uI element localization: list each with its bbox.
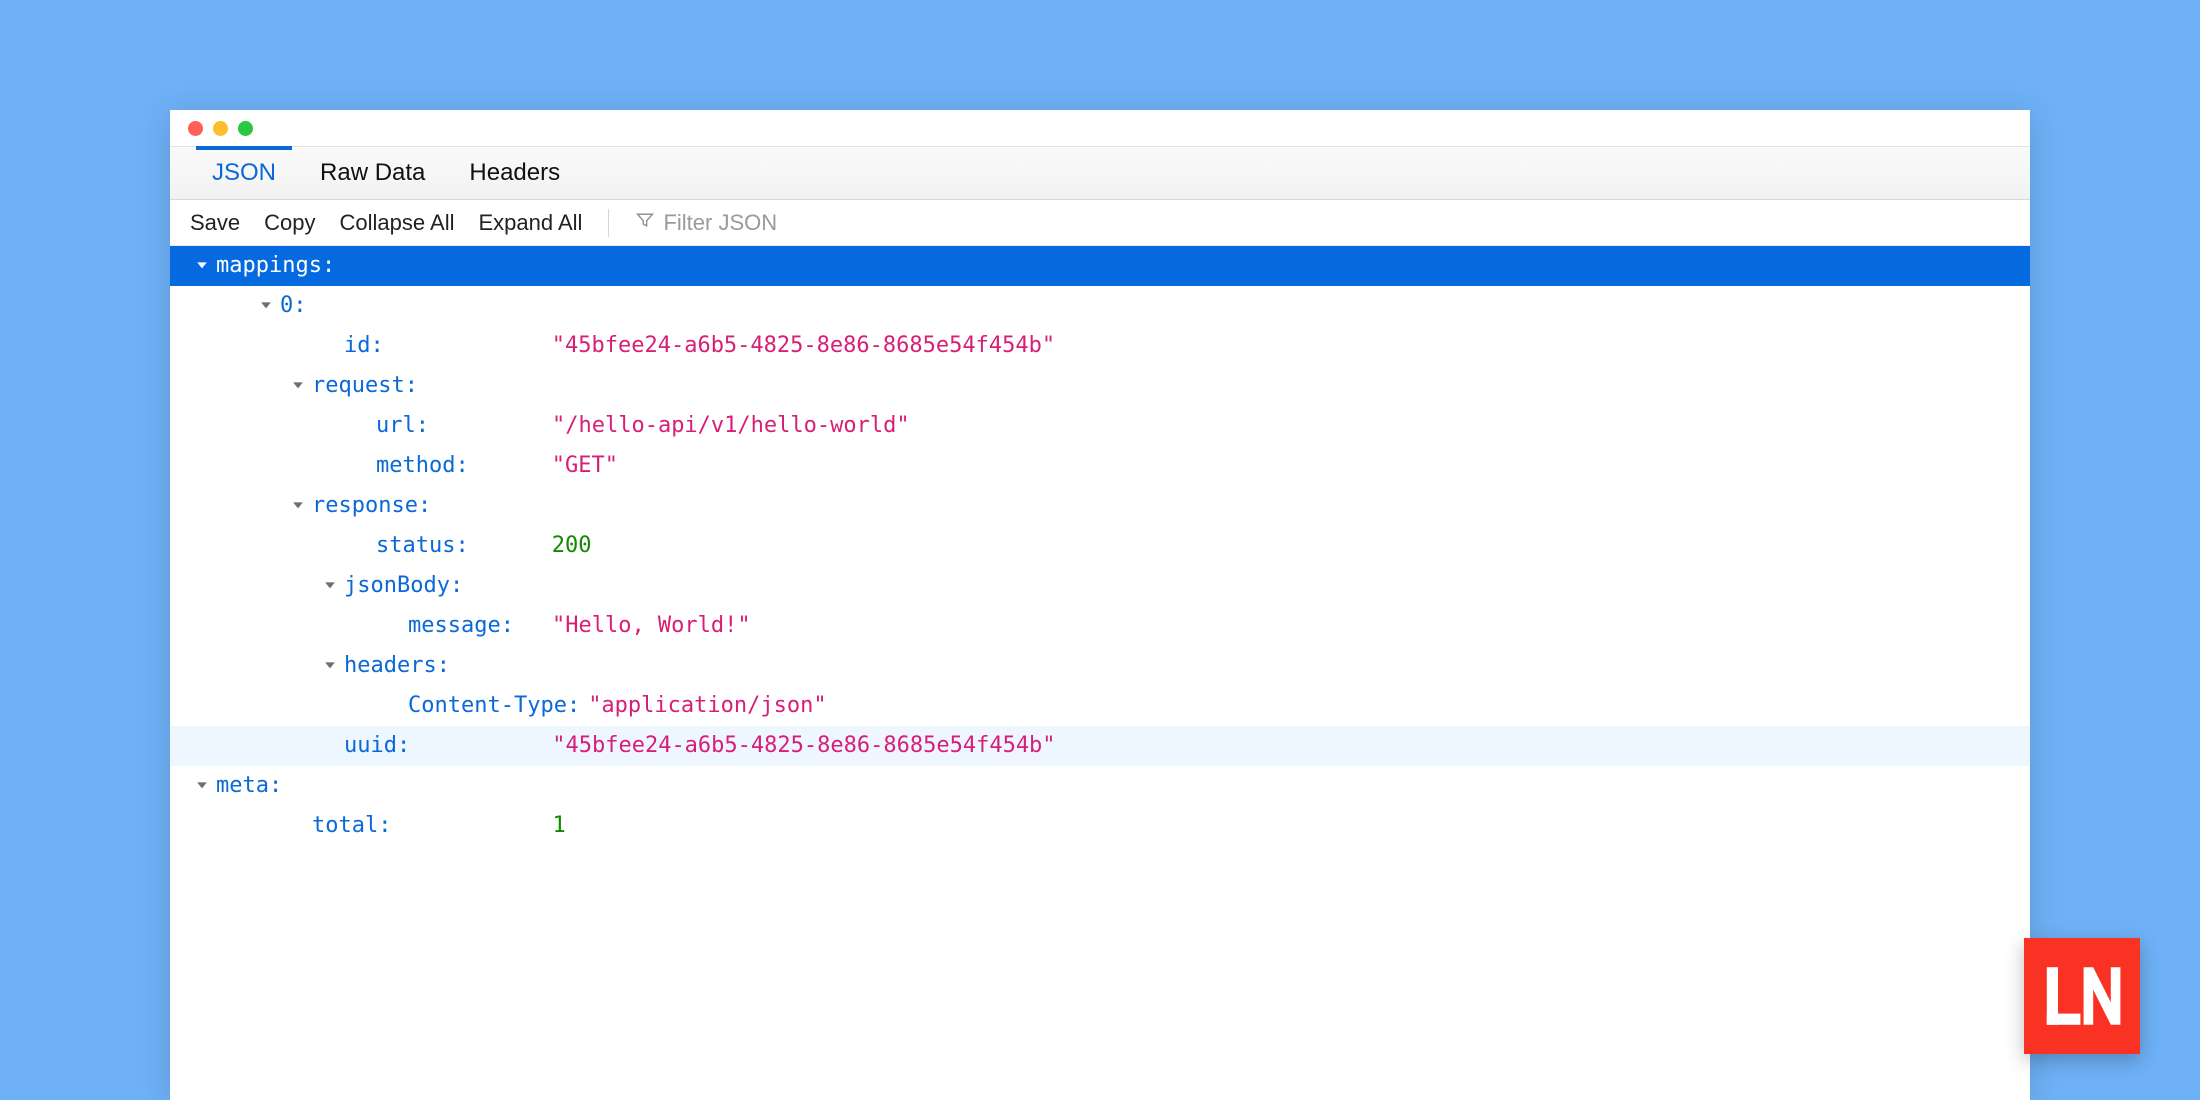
filter-icon	[635, 210, 655, 236]
value-string: "/hello-api/v1/hello-world"	[552, 406, 910, 446]
toolbar-divider	[608, 209, 609, 237]
key-label: uuid:	[344, 726, 410, 766]
json-viewer-window: JSON Raw Data Headers Save Copy Collapse…	[170, 110, 2030, 1100]
node-content-type[interactable]: Content-Type: "application/json"	[170, 686, 2030, 726]
key-label: meta:	[216, 766, 282, 806]
maximize-icon[interactable]	[238, 121, 253, 136]
tab-headers[interactable]: Headers	[447, 147, 582, 199]
window-titlebar	[170, 110, 2030, 146]
expand-all-button[interactable]: Expand All	[478, 210, 582, 236]
tab-raw-data[interactable]: Raw Data	[298, 147, 447, 199]
key-label: id:	[344, 326, 384, 366]
tab-bar: JSON Raw Data Headers	[170, 146, 2030, 200]
tab-json[interactable]: JSON	[190, 147, 298, 199]
node-total[interactable]: total: 1	[170, 806, 2030, 846]
node-url[interactable]: url: "/hello-api/v1/hello-world"	[170, 406, 2030, 446]
key-label: status:	[376, 526, 469, 566]
value-string: "45bfee24-a6b5-4825-8e86-8685e54f454b"	[552, 726, 1055, 766]
node-index-0[interactable]: 0:	[170, 286, 2030, 326]
chevron-down-icon	[322, 660, 338, 672]
key-label: mappings:	[216, 246, 335, 286]
node-meta[interactable]: meta:	[170, 766, 2030, 806]
chevron-down-icon	[258, 300, 274, 312]
value-number: 200	[552, 526, 592, 566]
filter-input[interactable]	[663, 210, 883, 236]
key-label: method:	[376, 446, 469, 486]
key-label: Content-Type:	[408, 686, 580, 726]
collapse-all-button[interactable]: Collapse All	[340, 210, 455, 236]
brand-logo	[2024, 938, 2140, 1054]
node-response[interactable]: response:	[170, 486, 2030, 526]
key-label: jsonBody:	[344, 566, 463, 606]
value-string: "application/json"	[588, 686, 826, 726]
node-mappings[interactable]: mappings:	[170, 246, 2030, 286]
node-status[interactable]: status: 200	[170, 526, 2030, 566]
key-label: url:	[376, 406, 429, 446]
node-method[interactable]: method: "GET"	[170, 446, 2030, 486]
key-label: headers:	[344, 646, 450, 686]
json-tree: mappings: 0: id: "45bfee24-a6b5-4825-8e8…	[170, 246, 2030, 846]
chevron-down-icon	[290, 380, 306, 392]
key-label: 0:	[280, 286, 307, 326]
node-uuid[interactable]: uuid: "45bfee24-a6b5-4825-8e86-8685e54f4…	[170, 726, 2030, 766]
minimize-icon[interactable]	[213, 121, 228, 136]
save-button[interactable]: Save	[190, 210, 240, 236]
node-id[interactable]: id: "45bfee24-a6b5-4825-8e86-8685e54f454…	[170, 326, 2030, 366]
chevron-down-icon	[290, 500, 306, 512]
node-request[interactable]: request:	[170, 366, 2030, 406]
chevron-down-icon	[194, 780, 210, 792]
close-icon[interactable]	[188, 121, 203, 136]
value-string: "GET"	[552, 446, 618, 486]
value-string: "45bfee24-a6b5-4825-8e86-8685e54f454b"	[552, 326, 1055, 366]
node-headers[interactable]: headers:	[170, 646, 2030, 686]
chevron-down-icon	[194, 260, 210, 272]
toolbar: Save Copy Collapse All Expand All	[170, 200, 2030, 246]
key-label: request:	[312, 366, 418, 406]
key-label: response:	[312, 486, 431, 526]
node-message[interactable]: message: "Hello, World!"	[170, 606, 2030, 646]
key-label: message:	[408, 606, 514, 646]
node-jsonbody[interactable]: jsonBody:	[170, 566, 2030, 606]
value-string: "Hello, World!"	[552, 606, 751, 646]
key-label: total:	[312, 806, 391, 846]
chevron-down-icon	[322, 580, 338, 592]
value-number: 1	[552, 806, 565, 846]
filter-wrap	[635, 210, 883, 236]
copy-button[interactable]: Copy	[264, 210, 315, 236]
